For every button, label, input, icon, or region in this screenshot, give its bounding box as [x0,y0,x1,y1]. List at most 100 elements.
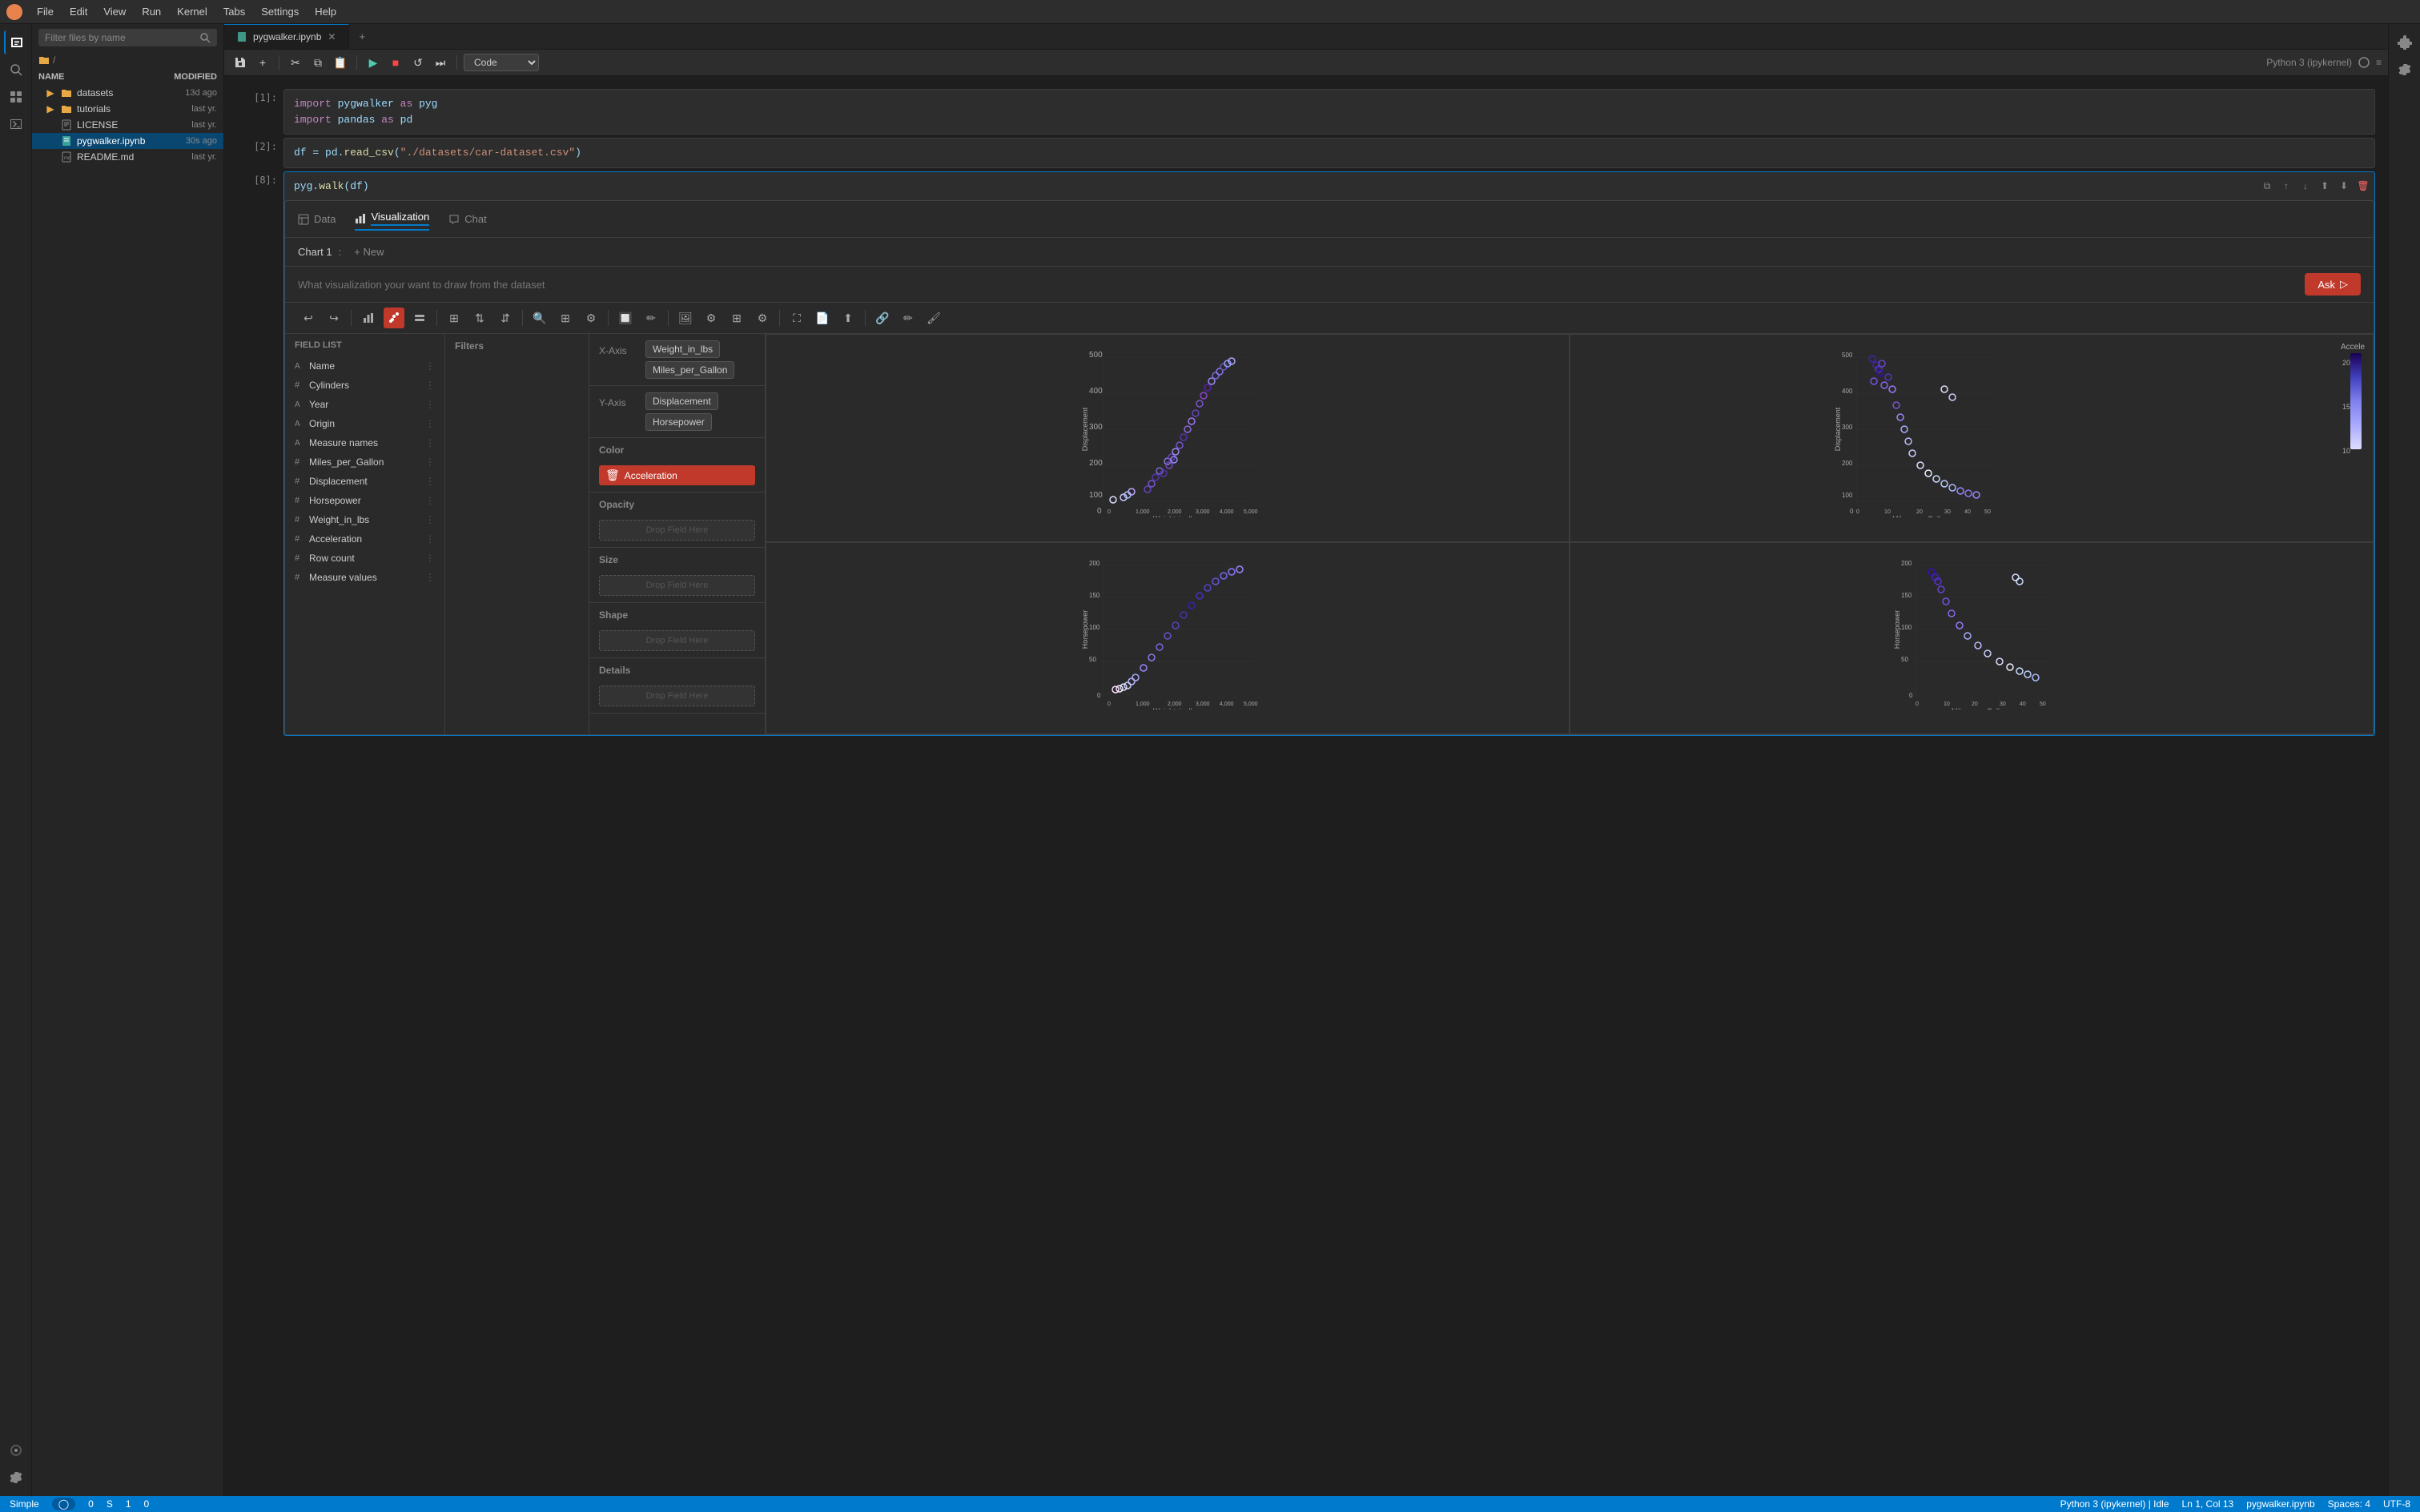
list-item[interactable]: LICENSE last yr. [32,117,223,133]
ai-prompt-input[interactable] [298,279,2298,291]
link-button[interactable]: 🔗 [872,308,893,328]
tab-add-button[interactable]: + [349,24,375,49]
stop-button[interactable]: ■ [386,53,405,72]
cut-button[interactable]: ✂ [286,53,305,72]
menu-kernel[interactable]: Kernel [171,4,214,19]
move-down-button[interactable]: ↓ [2297,178,2313,194]
gear-button[interactable]: ⚙ [701,308,722,328]
copy-cell-button[interactable]: ⧉ [2259,178,2275,194]
brush2-button[interactable]: 🖌 [923,308,944,328]
tab-close-button[interactable]: ✕ [328,31,336,42]
settings-viz-button[interactable]: ⚙ [581,308,601,328]
field-item-weight[interactable]: # Weight_in_lbs ⋮ [285,510,444,529]
add-cell-button[interactable]: + [253,53,272,72]
sidebar-icon-extensions[interactable] [4,85,28,109]
delete-cell-button[interactable]: 🗑 [2355,178,2371,194]
sort-desc-button[interactable]: ⇵ [495,308,516,328]
menu-edit[interactable]: Edit [63,4,94,19]
brush-button[interactable]: 🔲 [615,308,636,328]
copy-button[interactable]: ⧉ [308,53,328,72]
export-button[interactable]: 📄 [812,308,833,328]
field-item-measure-names[interactable]: A Measure names ⋮ [285,433,444,452]
tab-pygwalker[interactable]: pygwalker.ipynb ✕ [224,24,349,49]
chart-type-bar[interactable] [358,308,379,328]
y-axis-field-horsepower[interactable]: Horsepower [645,413,712,431]
color-field-tag[interactable]: 🗑 Acceleration [599,465,755,485]
ask-button[interactable]: Ask ▷ [2305,273,2361,296]
list-item[interactable]: pygwalker.ipynb 30s ago [32,133,223,149]
field-item-displacement[interactable]: # Displacement ⋮ [285,472,444,491]
run-all-button[interactable]: ⏭ [431,53,450,72]
add-below-button[interactable]: ⬇ [2336,178,2352,194]
right-sidebar-extensions-icon[interactable] [2393,30,2417,54]
menu-run[interactable]: Run [135,4,167,19]
add-above-button[interactable]: ⬆ [2317,178,2333,194]
field-item-name[interactable]: A Name ⋮ [285,356,444,376]
menu-file[interactable]: File [30,4,60,19]
field-item-horsepower[interactable]: # Horsepower ⋮ [285,491,444,510]
tab-data[interactable]: Data [298,210,336,228]
sidebar-icon-terminal[interactable] [4,112,28,136]
chart-type-stack[interactable] [409,308,430,328]
list-item[interactable]: ▶ tutorials last yr. [32,101,223,117]
chart-name[interactable]: Chart 1 [298,246,332,258]
move-up-button[interactable]: ↑ [2278,178,2294,194]
join-button[interactable]: ⊞ [444,308,464,328]
chart-type-scatter[interactable] [384,308,404,328]
zoom-in-button[interactable]: 🔍 [529,308,550,328]
redo-button[interactable]: ↪ [324,308,344,328]
select-button[interactable]: ✏ [641,308,661,328]
search-box[interactable] [38,29,217,46]
paste-button[interactable]: 📋 [331,53,350,72]
cell-type-select[interactable]: Code Markdown Raw [464,54,539,71]
pen-button[interactable]: ✏ [898,308,919,328]
details-drop-zone[interactable]: Drop Field Here [599,686,755,706]
sort-button[interactable]: ⇅ [469,308,490,328]
shape-drop-zone[interactable]: Drop Field Here [599,630,755,651]
x-axis-field-mpg[interactable]: Miles_per_Gallon [645,361,734,379]
x-axis-field-weight[interactable]: Weight_in_lbs [645,340,720,358]
cell-content[interactable]: df = pd.read_csv("./datasets/car-dataset… [283,138,2375,168]
y-axis-field-displacement[interactable]: Displacement [645,392,718,410]
config-button[interactable]: ⚙ [752,308,773,328]
field-item-rowcount[interactable]: # Row count ⋮ [285,549,444,568]
undo-button[interactable]: ↩ [298,308,319,328]
right-sidebar-settings-icon[interactable] [2393,58,2417,82]
delete-icon[interactable]: 🗑 [605,468,620,482]
field-item-origin[interactable]: A Origin ⋮ [285,414,444,433]
field-item-mpg[interactable]: # Miles_per_Gallon ⋮ [285,452,444,472]
size-drop-zone[interactable]: Drop Field Here [599,575,755,596]
field-item-year[interactable]: A Year ⋮ [285,395,444,414]
fullscreen-button[interactable]: ⛶ [786,308,807,328]
sidebar-icon-palette[interactable] [4,1438,28,1462]
save-button[interactable] [231,53,250,72]
sidebar-icon-files[interactable] [4,30,28,54]
field-item-acceleration[interactable]: # Acceleration ⋮ [285,529,444,549]
status-toggle[interactable]: ◯ [52,1498,75,1510]
opacity-drop-zone[interactable]: Drop Field Here [599,520,755,541]
share-button[interactable]: ⬆ [838,308,858,328]
field-item-cylinders[interactable]: # Cylinders ⋮ [285,376,444,395]
cell-content[interactable]: import pygwalker as pyg import pandas as… [283,89,2375,135]
run-button[interactable]: ▶ [364,53,383,72]
menu-view[interactable]: View [97,4,132,19]
list-item[interactable]: md README.md last yr. [32,149,223,165]
sidebar-icon-settings[interactable] [4,1466,28,1490]
sidebar-icon-search[interactable] [4,58,28,82]
add-chart-button[interactable]: + New [348,244,390,259]
table-button[interactable]: ⊞ [726,308,747,328]
restart-button[interactable]: ↺ [408,53,428,72]
image-button[interactable]: 🖼 [675,308,696,328]
grid-button[interactable]: ⊞ [555,308,576,328]
list-item[interactable]: ▶ datasets 13d ago [32,85,223,101]
search-input[interactable] [45,32,195,43]
menu-help[interactable]: Help [308,4,343,19]
status-kernel[interactable]: Python 3 (ipykernel) | Idle [2060,1498,2169,1510]
cell-content[interactable]: pyg.walk(df) ⧉ ↑ ↓ ⬆ ⬇ 🗑 [283,171,2375,737]
menu-tabs[interactable]: Tabs [217,4,251,19]
field-item-measure-values[interactable]: # Measure values ⋮ [285,568,444,587]
menu-settings[interactable]: Settings [255,4,305,19]
tab-visualization[interactable]: Visualization [355,207,429,231]
tab-chat[interactable]: Chat [448,210,486,228]
breadcrumb[interactable]: / [32,51,223,69]
